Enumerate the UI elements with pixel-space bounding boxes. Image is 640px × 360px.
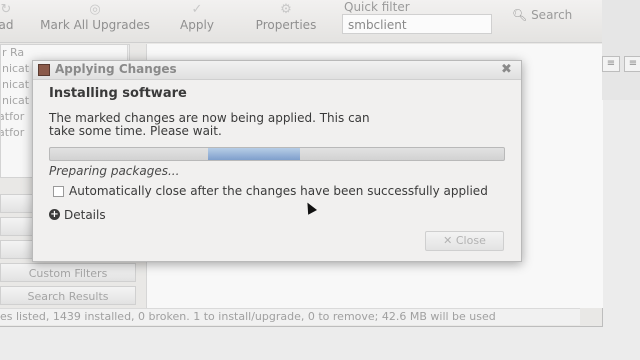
search-button[interactable]: 🔍︎ Search <box>512 8 572 28</box>
auto-close-checkbox[interactable] <box>53 186 64 197</box>
auto-close-label[interactable]: Automatically close after the changes ha… <box>69 184 488 198</box>
mark-upgrades-icon: ◎ <box>89 2 101 17</box>
toolbar: ↻ ad ◎ Mark All Upgrades ✓ Apply ⚙ Prope… <box>0 0 602 43</box>
status-bar: es listed, 1439 installed, 0 broken. 1 t… <box>0 308 580 325</box>
search-icon: 🔍︎ <box>512 8 528 22</box>
apply-button[interactable]: ✓ Apply <box>172 2 222 40</box>
reload-icon: ↻ <box>0 2 12 17</box>
close-icon[interactable]: ✖ <box>501 62 512 77</box>
list-item[interactable]: ur Ra <box>1 45 129 61</box>
reload-button[interactable]: ↻ ad <box>0 2 16 40</box>
apply-icon: ✓ <box>191 2 203 17</box>
custom-filters-button[interactable]: Custom Filters <box>0 263 136 282</box>
background-window-edge: ≡ ≡ <box>602 0 640 100</box>
search-results-button[interactable]: Search Results <box>0 286 136 305</box>
properties-icon: ⚙ <box>280 2 292 17</box>
mark-all-upgrades-button[interactable]: ◎ Mark All Upgrades <box>36 2 154 40</box>
quick-filter-input[interactable]: smbclient <box>342 14 492 34</box>
align-center-icon: ≡ <box>624 56 640 72</box>
dialog-titlebar[interactable]: Applying Changes ✖ <box>33 61 521 80</box>
dialog-description: The marked changes are now being applied… <box>49 111 370 138</box>
align-left-icon: ≡ <box>602 56 620 72</box>
close-button[interactable]: ✕ Close <box>425 231 504 251</box>
expand-plus-icon: + <box>49 209 60 220</box>
details-label[interactable]: Details <box>64 208 106 222</box>
quick-filter-label: Quick filter <box>344 0 410 14</box>
dialog-title: Applying Changes <box>55 62 177 76</box>
progress-bar <box>49 147 505 161</box>
progress-fill <box>208 148 300 160</box>
app-icon <box>38 64 50 76</box>
progress-status-text: Preparing packages... <box>49 164 180 178</box>
properties-button[interactable]: ⚙ Properties <box>250 2 322 40</box>
close-x-icon: ✕ <box>443 234 453 247</box>
applying-changes-dialog: Applying Changes ✖ Installing software T… <box>32 60 522 262</box>
dialog-heading: Installing software <box>49 86 187 101</box>
